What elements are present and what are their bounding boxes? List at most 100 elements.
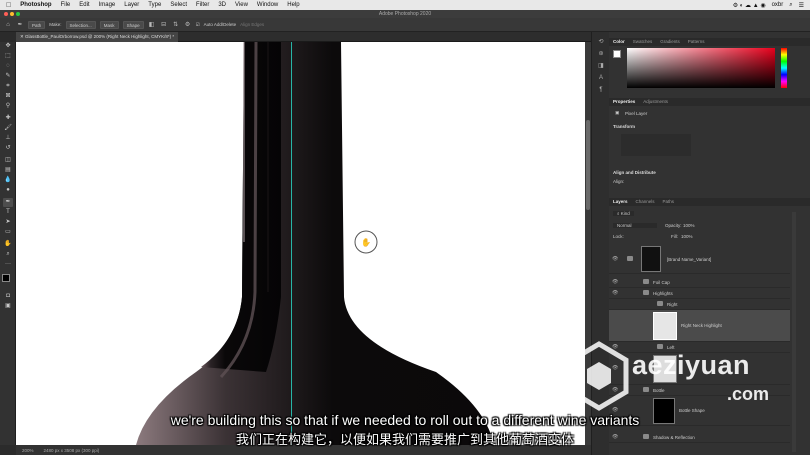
history-panel-icon[interactable]: ⟲ (596, 38, 606, 47)
menu-image[interactable]: Image (99, 2, 116, 8)
layer-filter-select[interactable]: ⌕ Kind (613, 211, 634, 216)
menu-window[interactable]: Window (257, 2, 278, 8)
layer-row-foil-cap[interactable]: 👁 Foil Cap (609, 277, 790, 288)
make-mask-button[interactable]: Mask (99, 20, 119, 29)
close-tab-icon[interactable]: ✕ (20, 34, 24, 39)
user-name[interactable]: oxbr (772, 2, 784, 8)
tab-channels[interactable]: Channels (636, 198, 655, 206)
layer-thumbnail (653, 312, 677, 340)
document-tab[interactable]: ✕ GlassBottle_PaulOrborrow.psd @ 200% (R… (16, 32, 179, 42)
window-title-bar: Adobe Photoshop 2020 (0, 10, 810, 18)
blur-tool-icon[interactable]: 💧 (3, 176, 13, 185)
close-window-button[interactable] (4, 12, 8, 16)
layer-row-brand[interactable]: 👁 [Brand Name_Variant] (609, 244, 790, 274)
brush-tool-icon[interactable]: 🖌 (3, 124, 13, 133)
path-operations-icon[interactable]: ◧ (148, 21, 156, 29)
auto-add-delete-checkbox[interactable]: ☑ (196, 22, 200, 28)
visibility-eye-icon[interactable]: 👁 (612, 290, 618, 296)
tab-layers[interactable]: Layers (613, 198, 628, 206)
lasso-tool-icon[interactable]: ◌ (3, 62, 13, 71)
tab-gradients[interactable]: Gradients (660, 38, 680, 46)
color-field[interactable] (627, 48, 775, 88)
align-section-title[interactable]: Align and Distribute (613, 170, 656, 175)
apple-menu-icon[interactable]:  (6, 2, 11, 9)
history-brush-icon[interactable]: ↺ (3, 144, 13, 153)
folder-icon (657, 301, 663, 306)
hand-tool-icon[interactable]: ✋ (3, 240, 13, 249)
opacity-value[interactable]: 100% (683, 223, 695, 228)
menu-edit[interactable]: Edit (79, 2, 89, 8)
layer-row-right-neck-highlight[interactable]: Right Neck Highlight (609, 310, 790, 342)
quick-mask-icon[interactable]: ◘ (3, 292, 13, 301)
settings-gear-icon[interactable]: ⚙ (184, 21, 192, 29)
more-tools-icon[interactable]: ··· (3, 260, 13, 269)
canvas[interactable]: ✋ (16, 42, 591, 445)
menu-filter[interactable]: Filter (196, 2, 209, 8)
eraser-tool-icon[interactable]: ◫ (3, 156, 13, 165)
visibility-eye-icon[interactable]: 👁 (612, 256, 618, 262)
color-fg-swatch[interactable] (613, 50, 621, 58)
zoom-tool-icon[interactable]: ⌕ (3, 250, 13, 259)
gradient-tool-icon[interactable]: ▤ (3, 166, 13, 175)
tab-swatches[interactable]: Swatches (633, 38, 653, 46)
path-arrangement-icon[interactable]: ⇅ (172, 21, 180, 29)
guide-line[interactable] (291, 42, 292, 445)
dodge-tool-icon[interactable]: ● (3, 186, 13, 195)
menu-layer[interactable]: Layer (124, 2, 139, 8)
minimize-window-button[interactable] (10, 12, 14, 16)
screen-mode-icon[interactable]: ▣ (3, 302, 13, 311)
pen-tool-icon[interactable]: ✒ (3, 198, 13, 207)
layer-row-right[interactable]: Right (609, 299, 790, 310)
eyedropper-tool-icon[interactable]: ⚲ (3, 102, 13, 111)
menu-select[interactable]: Select (170, 2, 187, 8)
scrollbar-thumb[interactable] (586, 120, 590, 210)
blend-mode-select[interactable]: Normal (613, 223, 657, 228)
make-shape-button[interactable]: Shape (122, 20, 144, 29)
search-icon[interactable]: ⌕ (789, 2, 792, 9)
tab-paths[interactable]: Paths (663, 198, 675, 206)
brush-panel-icon[interactable]: ⊛ (596, 50, 606, 59)
tab-color[interactable]: Color (613, 38, 625, 46)
paragraph-panel-icon[interactable]: ¶ (596, 86, 606, 95)
pen-tool-preset-icon[interactable]: ✒ (16, 21, 24, 29)
bottle-artwork: ✋ (136, 42, 494, 445)
stamp-tool-icon[interactable]: ⊥ (3, 134, 13, 143)
type-tool-icon[interactable]: T (3, 208, 13, 217)
tab-properties[interactable]: Properties (613, 98, 635, 106)
transform-section-title[interactable]: Transform (613, 124, 635, 129)
quick-select-tool-icon[interactable]: ✎ (3, 72, 13, 81)
pen-mode-select[interactable]: Path (28, 20, 46, 29)
fill-value[interactable]: 100% (681, 234, 693, 239)
path-alignment-icon[interactable]: ⊟ (160, 21, 168, 29)
rectangle-tool-icon[interactable]: ▭ (3, 228, 13, 237)
crop-tool-icon[interactable]: ⌗ (3, 82, 13, 91)
foreground-color-swatch[interactable] (2, 274, 10, 282)
make-selection-button[interactable]: Selection... (65, 20, 96, 29)
transform-fields[interactable] (621, 134, 691, 156)
layer-row-highlights[interactable]: 👁 Highlights (609, 288, 790, 299)
menu-file[interactable]: File (61, 2, 71, 8)
character-panel-icon[interactable]: A (596, 74, 606, 83)
layer-kind-label: Pixel Layer (625, 111, 648, 116)
visibility-eye-icon[interactable]: 👁 (612, 279, 618, 285)
app-menu[interactable]: Photoshop (20, 2, 51, 8)
menu-type[interactable]: Type (148, 2, 161, 8)
hue-slider[interactable] (781, 48, 787, 88)
align-edges-option[interactable]: Align Edges (240, 22, 264, 27)
path-selection-icon[interactable]: ➤ (3, 218, 13, 227)
menu-list-icon[interactable]: ☰ (799, 2, 804, 9)
home-icon[interactable]: ⌂ (4, 21, 12, 29)
menu-3d[interactable]: 3D (218, 2, 226, 8)
zoom-level[interactable]: 200% (22, 448, 34, 453)
move-tool-icon[interactable]: ✥ (3, 42, 13, 51)
libraries-panel-icon[interactable]: ◨ (596, 62, 606, 71)
frame-tool-icon[interactable]: ⊠ (3, 92, 13, 101)
marquee-tool-icon[interactable]: ⬚ (3, 52, 13, 61)
menu-help[interactable]: Help (287, 2, 299, 8)
tab-adjustments[interactable]: Adjustments (643, 98, 668, 106)
status-icons: ⚙ ◐ ☁ ▲ ◉ (732, 2, 766, 9)
healing-brush-icon[interactable]: ✚ (3, 114, 13, 123)
tab-patterns[interactable]: Patterns (688, 38, 705, 46)
zoom-window-button[interactable] (16, 12, 20, 16)
menu-view[interactable]: View (235, 2, 248, 8)
